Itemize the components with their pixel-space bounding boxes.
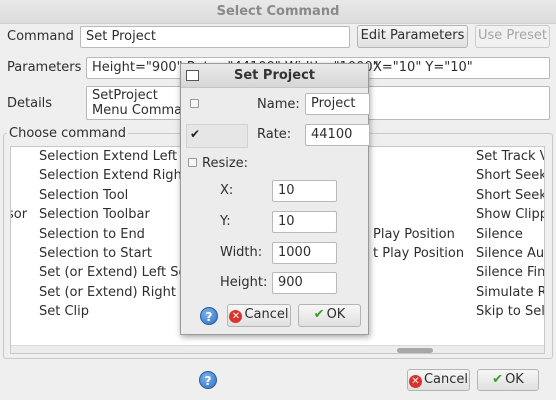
resize-checkbox[interactable] <box>188 158 197 167</box>
list-item[interactable]: sor <box>11 205 27 224</box>
name-label: Name: <box>257 97 300 112</box>
list-item[interactable]: Silence Finder <box>476 263 544 282</box>
list-item[interactable]: Simulate Recording <box>476 283 544 302</box>
horizontal-scrollbar[interactable] <box>11 345 544 353</box>
dialog-ok-label: OK <box>326 307 346 322</box>
list-item <box>11 263 27 282</box>
window-icon <box>186 70 199 81</box>
cancel-button[interactable]: ✕ Cancel <box>407 369 470 391</box>
dialog-ok-button[interactable]: ✔ OK <box>298 304 361 327</box>
rate-label: Rate: <box>257 127 292 142</box>
parameters-label: Parameters <box>7 60 82 75</box>
checkmark-icon: ✔ <box>313 307 325 322</box>
width-input[interactable]: 1000 <box>272 242 337 264</box>
name-checkbox[interactable] <box>190 99 199 108</box>
dialog-cancel-label: Cancel <box>244 307 289 322</box>
list-item[interactable]: Set Track Visuals <box>476 147 544 166</box>
cancel-icon: ✕ <box>229 310 243 323</box>
parameters-value-right: X="10" Y="10" <box>373 60 473 75</box>
list-item[interactable]: Play Position <box>373 225 464 244</box>
dialog-cancel-button[interactable]: ✕ Cancel <box>227 304 291 327</box>
list-column-3: Set Track Visuals Short Seek Left Short … <box>476 147 544 322</box>
list-column-0: sor <box>11 147 27 322</box>
list-item <box>373 263 464 282</box>
x-input[interactable]: 10 <box>272 180 337 202</box>
window-title: Select Command <box>0 0 556 24</box>
use-preset-button: Use Preset <box>475 25 550 48</box>
resize-label: Resize: <box>202 156 249 171</box>
list-item <box>373 166 464 185</box>
list-item[interactable]: Skip to Selection <box>476 302 544 321</box>
rate-input[interactable]: 44100 <box>305 124 370 146</box>
dialog-help-icon[interactable]: ? <box>200 307 218 325</box>
height-label: Height: <box>220 275 268 290</box>
list-item <box>373 147 464 166</box>
list-item[interactable]: t Play Position <box>373 244 464 263</box>
list-item <box>11 147 27 166</box>
height-input[interactable]: 900 <box>272 272 337 294</box>
list-item <box>373 283 464 302</box>
ok-button[interactable]: ✔ OK <box>477 369 539 391</box>
checkmark-icon: ✔ <box>190 127 201 141</box>
command-label: Command <box>7 29 74 44</box>
set-project-dialog: Set Project Name: Project ✔ Rate: 44100 … <box>180 63 370 335</box>
y-label: Y: <box>220 214 231 229</box>
list-item <box>11 302 27 321</box>
command-input[interactable]: Set Project <box>80 26 350 48</box>
list-item <box>373 302 464 321</box>
dialog-title: Set Project <box>181 64 368 88</box>
scrollbar-thumb[interactable] <box>397 348 433 353</box>
list-item <box>11 244 27 263</box>
help-icon[interactable]: ? <box>199 371 217 389</box>
list-item[interactable]: Short Seek Left <box>476 166 544 185</box>
checkmark-icon: ✔ <box>492 372 504 387</box>
list-item <box>373 186 464 205</box>
list-item <box>11 225 27 244</box>
name-input[interactable]: Project <box>305 93 370 115</box>
list-item[interactable]: Show Clipping <box>476 205 544 224</box>
list-item <box>11 283 27 302</box>
x-label: X: <box>220 183 234 198</box>
choose-command-label: Choose command <box>7 126 129 142</box>
list-item <box>11 166 27 185</box>
list-item <box>373 205 464 224</box>
rate-checkbox-cell[interactable]: ✔ <box>186 124 248 148</box>
list-column-2: Play Position t Play Position <box>373 147 464 322</box>
y-input[interactable]: 10 <box>272 211 337 233</box>
list-item[interactable]: Short Seek Right <box>476 186 544 205</box>
edit-parameters-button[interactable]: Edit Parameters <box>357 25 468 48</box>
list-item <box>11 186 27 205</box>
details-label: Details <box>7 96 53 111</box>
list-item[interactable]: Silence <box>476 225 544 244</box>
ok-label: OK <box>505 372 524 387</box>
cancel-icon: ✕ <box>408 375 422 388</box>
width-label: Width: <box>220 245 263 260</box>
list-item[interactable]: Silence Audio <box>476 244 544 263</box>
cancel-label: Cancel <box>423 372 469 387</box>
